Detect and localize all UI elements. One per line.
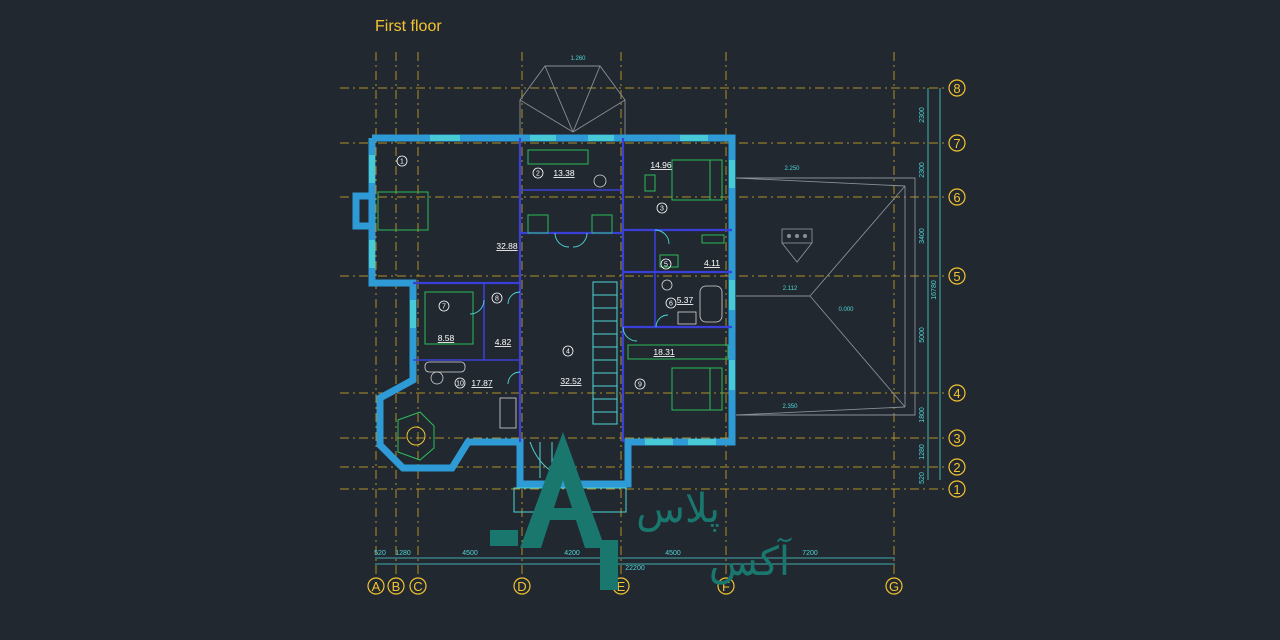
room-4: 432.52 [560,345,582,386]
dimension-bottom: 4200 [564,550,580,557]
svg-text:5: 5 [953,269,960,284]
room-number: 10 [456,381,464,388]
room-area: 4.11 [704,258,720,268]
dimension-right: 1280 [919,444,926,460]
room-area: 32.52 [560,376,582,386]
svg-text:D: D [517,579,526,594]
windows [369,135,735,445]
room-9: 918.31 [634,347,675,390]
room-number: 2 [536,171,540,178]
room-number: 4 [566,349,570,356]
room-area: 18.31 [653,347,675,357]
room-5: 5 4.11 [660,258,720,270]
room-6: 6 5.37 [665,295,694,309]
roof-level-label: 2.250 [784,166,800,172]
axis-bubble-2: 2 [948,458,966,476]
svg-text:4: 4 [953,386,960,401]
room-7: 78.58 [438,300,455,343]
room-area: 4.82 [495,337,512,347]
svg-text:E: E [617,579,626,594]
room-area: 5.37 [677,295,694,305]
dimension-right: 3400 [919,228,926,244]
dimension-right: 2300 [919,162,926,178]
roof-outline [735,177,916,416]
svg-text:3: 3 [953,431,960,446]
room-area: 14.96 [650,160,672,170]
dimension-right: 1800 [919,407,926,423]
room-number: 5 [664,262,668,269]
axis-bubble-3: 3 [948,429,966,447]
axis-bubble-6: 6 [948,188,966,206]
logo-text-bottom: آکس [709,537,792,585]
dimension-bottom: 4500 [665,550,681,557]
axis-bubble-8: 8 [948,79,966,97]
floor-plan-drawing: 132.882 13.38314.96432.525 4.116 5.3778.588… [340,52,966,595]
roof-level-labels: 1.2602.2502.1122.3500.0001.690 [536,56,854,522]
axis-bubble-7: 7 [948,134,966,152]
axis-bubble-1: 1 [948,480,966,498]
axis-bubble-D: D [513,577,531,595]
dimension-right: 2300 [919,107,926,123]
svg-text:8: 8 [953,81,960,96]
room-number: 8 [495,296,499,303]
room-number: 1 [400,159,404,166]
room-area: 32.88 [496,241,518,251]
svg-text:B: B [392,579,401,594]
dimension-total-right: 16780 [931,280,938,300]
dimension-bottom: 7200 [802,550,818,557]
svg-text:7: 7 [953,136,960,151]
dimension-right: 520 [919,472,926,484]
dimension-bottom: 1280 [395,550,411,557]
room-number: 6 [669,301,673,308]
axis-bubble-G: G [885,577,903,595]
svg-text:C: C [413,579,422,594]
dimension-bottom: 520 [374,550,386,557]
axis-bubble-C: C [409,577,427,595]
room-area: 13.38 [553,168,575,178]
dimension-total-bottom: 22200 [625,565,645,572]
room-number: 3 [660,206,664,213]
room-area: 8.58 [438,333,455,343]
svg-text:2: 2 [953,460,960,475]
room-1: 132.88 [396,155,518,251]
doors [469,229,670,385]
dimension-bottom: 4500 [462,550,478,557]
room-number: 9 [638,382,642,389]
svg-text:A: A [372,579,381,594]
axis-bubble-4: 4 [948,384,966,402]
dimension-right: 5000 [919,327,926,343]
room-2: 2 13.38 [532,167,575,179]
axis-bubble-A: A [367,577,385,595]
svg-text:1: 1 [953,482,960,497]
room-area: 17.87 [471,378,493,388]
svg-text:G: G [889,579,899,594]
roof-level-label: 2.112 [783,286,798,292]
axis-bubble-5: 5 [948,267,966,285]
logo-text-top: پلاس [636,486,720,532]
room-10: 10 17.87 [454,377,493,389]
room-number: 7 [442,304,446,311]
room-3: 314.96 [650,160,672,214]
roof-level-label: 0.000 [838,307,854,313]
roof-bay-top [519,65,626,137]
svg-text:6: 6 [953,190,960,205]
axis-bubble-B: B [387,577,405,595]
roof-level-label: 2.350 [782,404,798,410]
roof-level-label: 1.260 [570,56,586,62]
